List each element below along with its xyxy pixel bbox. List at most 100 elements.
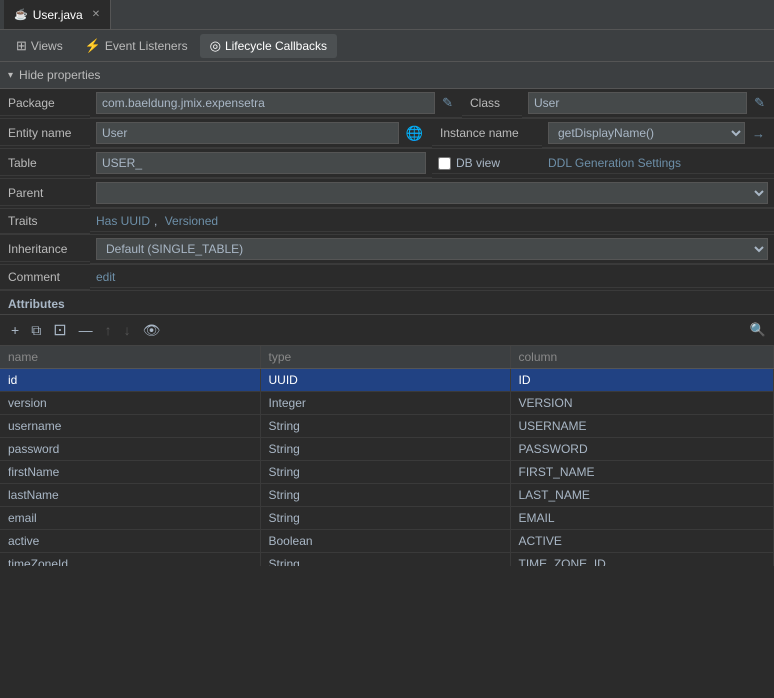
attr-column-cell: ACTIVE [510,530,774,553]
comment-edit-link[interactable]: edit [96,270,115,284]
subtab-views[interactable]: ⊞ Views [6,34,73,58]
attr-type-cell: Integer [260,392,510,415]
class-edit-icon[interactable]: ✎ [751,94,768,112]
eye-button[interactable]: 👁 [140,321,164,340]
entity-name-label: Entity name [0,121,90,146]
attr-name-cell: id [0,369,260,392]
table-row[interactable]: timeZoneId String TIME_ZONE_ID [0,553,774,567]
subtab-views-label: Views [31,39,63,53]
attr-name-cell: active [0,530,260,553]
attr-name-cell: firstName [0,461,260,484]
parent-value-cell [90,179,774,208]
db-view-cell: DB view [432,153,542,174]
attr-type-cell: String [260,461,510,484]
instance-name-value-cell: getDisplayName() → [542,119,774,148]
attr-name-cell: password [0,438,260,461]
table-input[interactable] [96,152,426,174]
attributes-table: name type column id UUID ID version Inte… [0,346,774,566]
table-row[interactable]: password String PASSWORD [0,438,774,461]
views-icon: ⊞ [16,38,27,54]
hide-properties-toggle[interactable]: ▾ Hide properties [0,62,774,89]
ddl-settings-link[interactable]: DDL Generation Settings [548,156,681,170]
table-row[interactable]: version Integer VERSION [0,392,774,415]
hide-properties-label: Hide properties [19,68,100,82]
table-row[interactable]: active Boolean ACTIVE [0,530,774,553]
col-header-type: type [260,346,510,369]
parent-label: Parent [0,181,90,206]
attr-type-cell: Boolean [260,530,510,553]
traits-value-cell: Has UUID , Versioned [90,211,774,232]
attr-type-cell: UUID [260,369,510,392]
attributes-toolbar: + ⧉ ⊡ — ↑ ↓ 👁 🔍 [0,315,774,346]
table-row[interactable]: username String USERNAME [0,415,774,438]
class-label: Class [462,91,522,116]
attr-column-cell: FIRST_NAME [510,461,774,484]
attributes-label: Attributes [8,297,65,311]
attributes-table-container: name type column id UUID ID version Inte… [0,346,774,566]
search-button[interactable]: 🔍 [750,322,766,338]
package-input[interactable] [96,92,435,114]
lifecycle-callbacks-icon: ◎ [210,38,221,54]
package-value-cell: ✎ [90,89,462,118]
table-row[interactable]: email String EMAIL [0,507,774,530]
versioned-link[interactable]: Versioned [165,214,218,228]
subtab-event-listeners[interactable]: ⚡ Event Listeners [75,34,198,58]
attr-type-cell: String [260,438,510,461]
entity-name-icon: 🌐 [403,124,426,143]
event-listeners-icon: ⚡ [85,38,101,54]
comment-value-cell: edit [90,267,774,288]
attr-column-cell: LAST_NAME [510,484,774,507]
tab-close-button[interactable]: ✕ [92,9,100,20]
instance-name-label: Instance name [432,121,542,146]
table-row[interactable]: id UUID ID [0,369,774,392]
attr-name-cell: version [0,392,260,415]
move-up-button[interactable]: ↑ [102,321,115,339]
attr-column-cell: USERNAME [510,415,774,438]
package-edit-icon[interactable]: ✎ [439,94,456,112]
entity-name-input[interactable] [96,122,399,144]
inheritance-select[interactable]: Default (SINGLE_TABLE) [96,238,768,260]
ddl-settings-cell: DDL Generation Settings [542,153,774,174]
add-attribute-button[interactable]: + [8,321,22,339]
copy-attribute-button[interactable]: ⧉ [28,321,44,340]
new-entity-button[interactable]: ⊡ [50,319,69,341]
attr-name-cell: email [0,507,260,530]
attr-column-cell: PASSWORD [510,438,774,461]
properties-panel: ▾ Hide properties Package ✎ Class ✎ Enti… [0,62,774,566]
attr-column-cell: TIME_ZONE_ID [510,553,774,567]
db-view-checkbox[interactable] [438,157,451,170]
tab-user-java[interactable]: ☕ User.java ✕ [4,0,111,29]
attr-type-cell: String [260,415,510,438]
instance-name-select[interactable]: getDisplayName() [548,122,745,144]
tab-label: User.java [33,8,83,22]
attr-column-cell: ID [510,369,774,392]
db-view-label: DB view [456,156,500,170]
has-uuid-link[interactable]: Has UUID [96,214,150,228]
traits-label: Traits [0,209,90,234]
hide-properties-arrow: ▾ [8,70,13,81]
subtab-bar: ⊞ Views ⚡ Event Listeners ◎ Lifecycle Ca… [0,30,774,62]
java-icon: ☕ [14,8,28,21]
attr-type-cell: String [260,507,510,530]
class-input[interactable] [528,92,747,114]
parent-select[interactable] [96,182,768,204]
col-header-column: column [510,346,774,369]
table-row[interactable]: firstName String FIRST_NAME [0,461,774,484]
traits-separator: , [154,214,161,228]
attr-type-cell: String [260,553,510,567]
attr-name-cell: lastName [0,484,260,507]
entity-name-value-cell: 🌐 [90,119,432,148]
subtab-lifecycle-callbacks-label: Lifecycle Callbacks [225,39,327,53]
remove-attribute-button[interactable]: — [76,321,96,339]
subtab-lifecycle-callbacks[interactable]: ◎ Lifecycle Callbacks [200,34,337,58]
table-row[interactable]: lastName String LAST_NAME [0,484,774,507]
col-header-name: name [0,346,260,369]
table-label: Table [0,151,90,176]
package-label: Package [0,91,90,116]
attr-column-cell: VERSION [510,392,774,415]
instance-name-nav-icon[interactable]: → [749,125,768,142]
move-down-button[interactable]: ↓ [121,321,134,339]
attr-column-cell: EMAIL [510,507,774,530]
subtab-event-listeners-label: Event Listeners [105,39,188,53]
attr-name-cell: username [0,415,260,438]
